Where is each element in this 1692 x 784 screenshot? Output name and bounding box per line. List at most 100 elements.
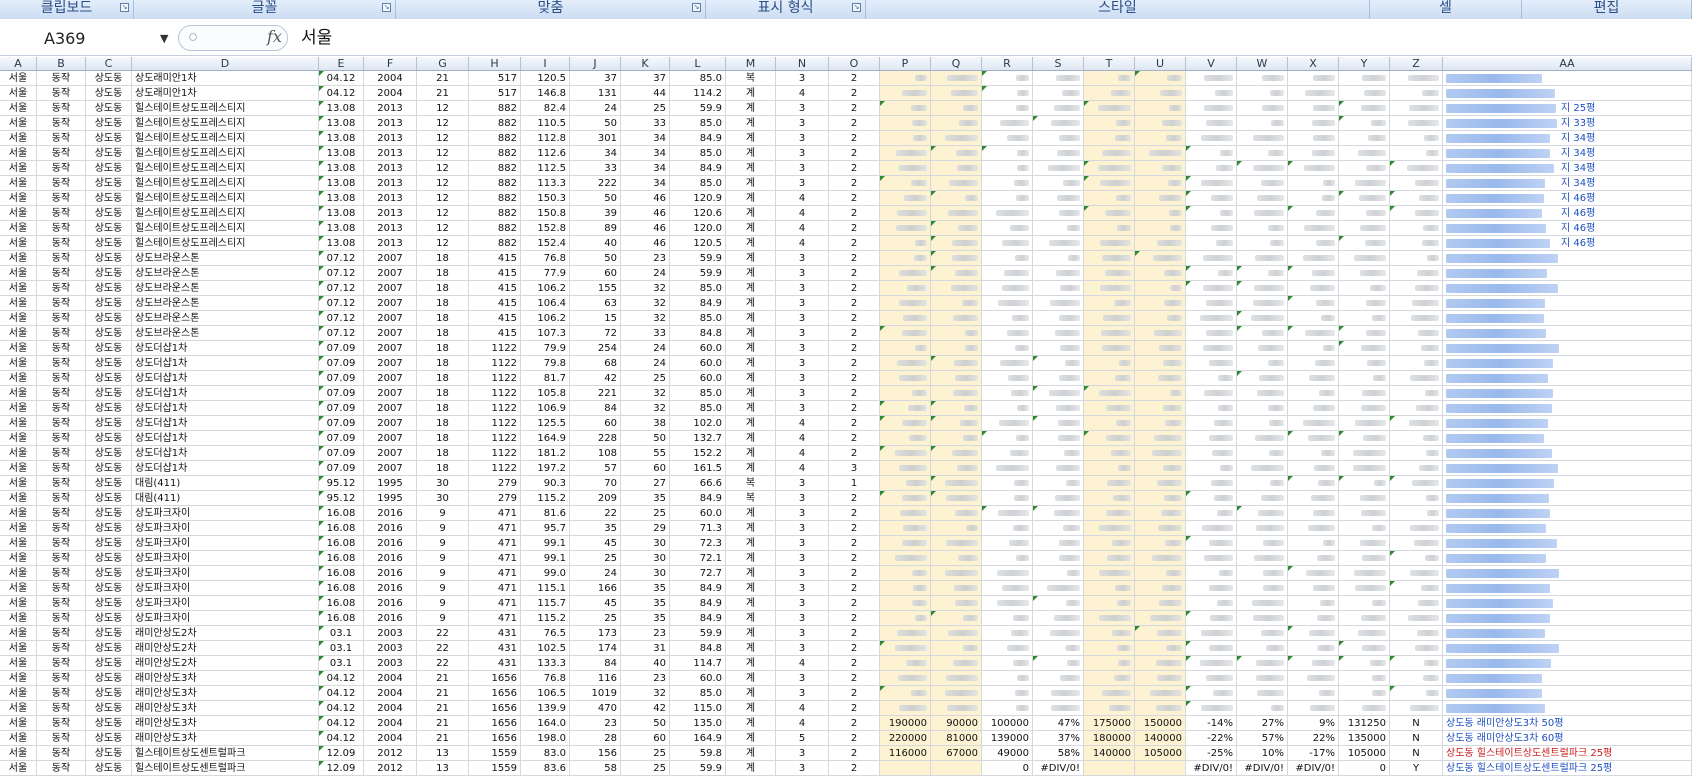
cell-p[interactable]: [880, 251, 931, 266]
cell-p[interactable]: [880, 101, 931, 116]
cell-c[interactable]: 상도동: [86, 731, 132, 746]
cell-v[interactable]: #DIV/0!: [1186, 761, 1237, 776]
cell-c[interactable]: 상도동: [86, 296, 132, 311]
cell-h[interactable]: 415: [469, 266, 521, 281]
cell-k[interactable]: 30: [621, 536, 670, 551]
cell-r[interactable]: [982, 506, 1033, 521]
cell-e[interactable]: 07.09: [319, 341, 364, 356]
cell-j[interactable]: 173: [570, 626, 621, 641]
cell-k[interactable]: 46: [621, 191, 670, 206]
cell-b[interactable]: 동작: [37, 386, 86, 401]
cell-w[interactable]: [1237, 341, 1288, 356]
cell-b[interactable]: 동작: [37, 761, 86, 776]
cell-s[interactable]: [1033, 341, 1084, 356]
cell-s[interactable]: [1033, 386, 1084, 401]
cell-e[interactable]: 07.09: [319, 431, 364, 446]
dialog-launcher-icon[interactable]: ↘: [692, 3, 701, 12]
column-header-c[interactable]: C: [86, 57, 132, 70]
cell-u[interactable]: 150000: [1135, 716, 1186, 731]
cell-j[interactable]: 45: [570, 596, 621, 611]
cell-aa[interactable]: [1443, 701, 1692, 716]
cell-q[interactable]: [931, 71, 982, 86]
cell-o[interactable]: 2: [829, 581, 880, 596]
cell-y[interactable]: [1339, 626, 1390, 641]
cell-z[interactable]: [1390, 596, 1443, 611]
cell-u[interactable]: [1135, 161, 1186, 176]
cell-q[interactable]: [931, 581, 982, 596]
cell-c[interactable]: 상도동: [86, 611, 132, 626]
cell-t[interactable]: [1084, 371, 1135, 386]
cell-r[interactable]: [982, 446, 1033, 461]
cell-f[interactable]: 1995: [364, 491, 417, 506]
cell-z[interactable]: N: [1390, 731, 1443, 746]
cell-f[interactable]: 2016: [364, 611, 417, 626]
cell-r[interactable]: [982, 281, 1033, 296]
cell-g[interactable]: 12: [417, 176, 469, 191]
cell-aa[interactable]: [1443, 626, 1692, 641]
cell-d[interactable]: 래미안상도2차: [132, 626, 319, 641]
cell-n[interactable]: 4: [776, 716, 829, 731]
cell-v[interactable]: [1186, 311, 1237, 326]
cell-b[interactable]: 동작: [37, 551, 86, 566]
cell-z[interactable]: [1390, 461, 1443, 476]
cell-a[interactable]: 서울: [0, 521, 37, 536]
cell-j[interactable]: 221: [570, 386, 621, 401]
cell-t[interactable]: [1084, 596, 1135, 611]
cell-aa[interactable]: [1443, 566, 1692, 581]
cell-g[interactable]: 12: [417, 131, 469, 146]
cell-p[interactable]: [880, 431, 931, 446]
cell-p[interactable]: [880, 566, 931, 581]
cell-d[interactable]: 상도파크자이: [132, 551, 319, 566]
cell-m[interactable]: 복: [726, 491, 776, 506]
cell-l[interactable]: 84.9: [670, 296, 726, 311]
cell-q[interactable]: [931, 356, 982, 371]
cell-c[interactable]: 상도동: [86, 506, 132, 521]
cell-a[interactable]: 서울: [0, 131, 37, 146]
cell-aa[interactable]: [1443, 356, 1692, 371]
cell-p[interactable]: [880, 686, 931, 701]
cell-v[interactable]: [1186, 206, 1237, 221]
cell-k[interactable]: 25: [621, 746, 670, 761]
cell-i[interactable]: 77.9: [521, 266, 570, 281]
cell-u[interactable]: [1135, 341, 1186, 356]
cell-k[interactable]: 31: [621, 641, 670, 656]
cell-k[interactable]: 34: [621, 161, 670, 176]
cell-h[interactable]: 882: [469, 101, 521, 116]
cell-x[interactable]: [1288, 131, 1339, 146]
cell-j[interactable]: 23: [570, 716, 621, 731]
cell-q[interactable]: [931, 641, 982, 656]
cell-k[interactable]: 34: [621, 176, 670, 191]
cell-j[interactable]: 33: [570, 161, 621, 176]
cell-u[interactable]: [1135, 146, 1186, 161]
cell-d[interactable]: 힐스테이트상도프레스티지: [132, 116, 319, 131]
cell-d[interactable]: 상도파크자이: [132, 521, 319, 536]
cell-y[interactable]: [1339, 401, 1390, 416]
cell-p[interactable]: [880, 221, 931, 236]
cell-y[interactable]: [1339, 266, 1390, 281]
cell-w[interactable]: [1237, 641, 1288, 656]
cell-t[interactable]: [1084, 161, 1135, 176]
cell-n[interactable]: 4: [776, 431, 829, 446]
cell-c[interactable]: 상도동: [86, 221, 132, 236]
cell-i[interactable]: 152.8: [521, 221, 570, 236]
cell-a[interactable]: 서울: [0, 431, 37, 446]
cell-p[interactable]: [880, 671, 931, 686]
cell-d[interactable]: 상도래미안1차: [132, 86, 319, 101]
cell-v[interactable]: [1186, 566, 1237, 581]
cell-m[interactable]: 계: [726, 536, 776, 551]
cell-l[interactable]: 60.0: [670, 341, 726, 356]
cell-a[interactable]: 서울: [0, 596, 37, 611]
cell-f[interactable]: 2007: [364, 386, 417, 401]
cell-s[interactable]: [1033, 581, 1084, 596]
cell-i[interactable]: 164.0: [521, 716, 570, 731]
cell-f[interactable]: 2004: [364, 86, 417, 101]
cell-u[interactable]: [1135, 221, 1186, 236]
cell-m[interactable]: 계: [726, 626, 776, 641]
cell-t[interactable]: [1084, 311, 1135, 326]
cell-k[interactable]: 25: [621, 506, 670, 521]
cell-f[interactable]: 2016: [364, 596, 417, 611]
cell-v[interactable]: [1186, 656, 1237, 671]
cell-o[interactable]: 2: [829, 101, 880, 116]
cell-y[interactable]: [1339, 536, 1390, 551]
cell-g[interactable]: 12: [417, 161, 469, 176]
